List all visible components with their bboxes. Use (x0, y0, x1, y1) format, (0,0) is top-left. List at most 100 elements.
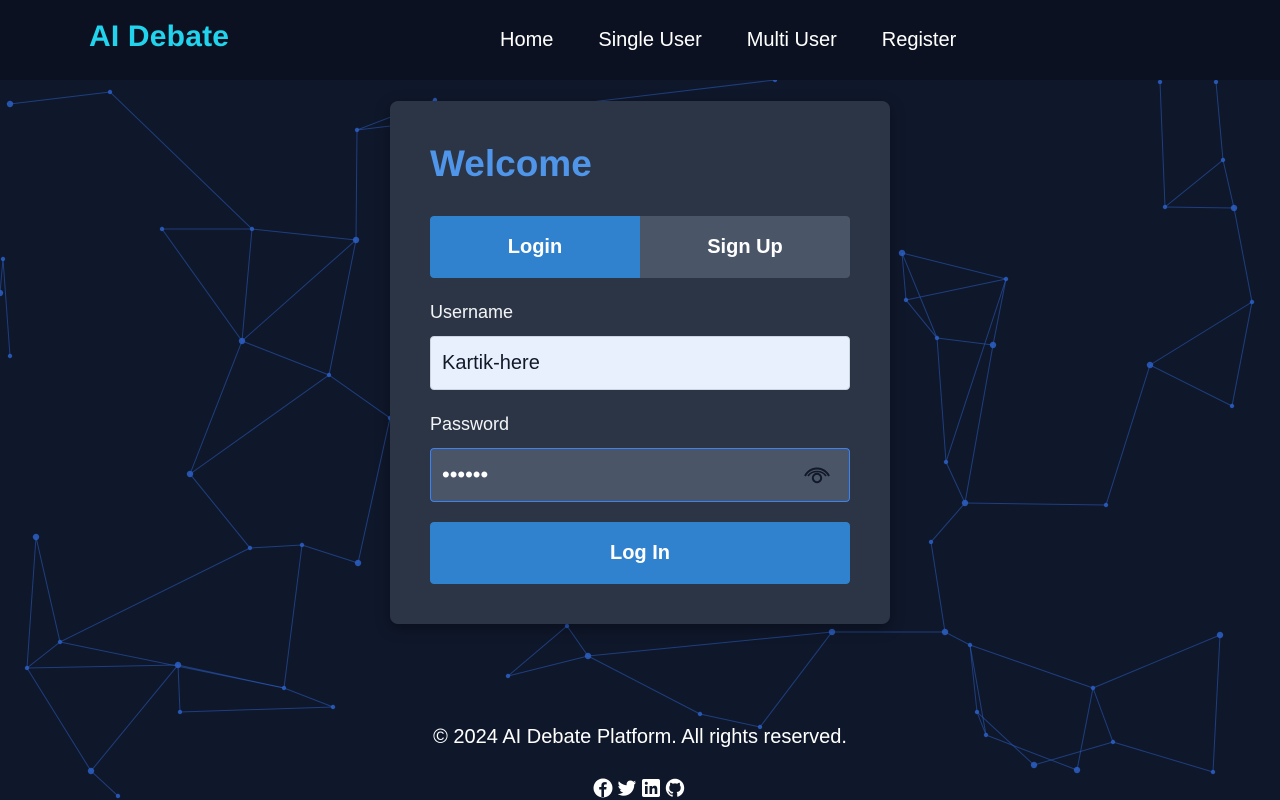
network-node (24, 665, 30, 671)
network-line (901, 252, 938, 339)
facebook-icon[interactable] (593, 778, 613, 800)
username-label: Username (430, 302, 514, 322)
tab-login[interactable]: Login (430, 216, 640, 278)
network-line (179, 706, 334, 713)
network-node (7, 353, 13, 359)
network-node (32, 533, 40, 541)
tab-signup[interactable]: Sign Up (640, 216, 850, 278)
network-node (974, 709, 980, 715)
network-node (1090, 685, 1096, 691)
network-line (241, 340, 330, 376)
nav-multi-user-link[interactable]: Multi User (747, 28, 837, 52)
network-line (1164, 206, 1235, 209)
twitter-icon[interactable] (617, 778, 637, 800)
linkedin-icon[interactable] (641, 778, 661, 800)
network-node (174, 661, 182, 669)
welcome-title: Welcome (430, 143, 592, 184)
network-line (1215, 81, 1224, 161)
network-node (505, 673, 511, 679)
network-node (1157, 79, 1163, 85)
network-node (326, 372, 332, 378)
network-line (283, 687, 334, 708)
network-node (281, 685, 287, 691)
login-submit-button[interactable]: Log In (430, 522, 850, 584)
network-line (1212, 634, 1221, 773)
network-line (177, 664, 181, 713)
network-node (828, 628, 836, 636)
network-line (0, 258, 4, 294)
network-node (186, 470, 194, 478)
network-node (1210, 769, 1216, 775)
nav-single-user-link[interactable]: Single User (598, 28, 701, 52)
network-line (566, 625, 589, 657)
network-node (107, 89, 113, 95)
network-node (584, 652, 592, 660)
network-line (109, 91, 253, 230)
network-line (1105, 364, 1151, 506)
github-icon[interactable] (665, 778, 685, 800)
network-line (1149, 301, 1253, 366)
brand-logo[interactable]: AI Debate (89, 20, 229, 54)
network-node (57, 639, 63, 645)
network-node (697, 711, 703, 717)
network-node (989, 341, 997, 349)
network-node (1162, 204, 1168, 210)
network-node (941, 628, 949, 636)
network-line (189, 374, 330, 475)
network-node (903, 297, 909, 303)
main-nav: Home Single User Multi User Register (500, 28, 1001, 52)
nav-home-link[interactable]: Home (500, 28, 553, 52)
network-line (283, 544, 303, 689)
network-line (301, 544, 359, 564)
copyright-text: © 2024 AI Debate Platform. All rights re… (433, 726, 847, 748)
network-node (1220, 157, 1226, 163)
password-label: Password (430, 414, 510, 434)
network-node (115, 793, 121, 799)
network-line (587, 655, 701, 715)
network-line (1159, 81, 1166, 208)
network-line (944, 631, 971, 646)
network-node (159, 226, 165, 232)
network-node (299, 542, 305, 548)
network-line (90, 664, 179, 772)
network-line (357, 417, 391, 564)
network-line (945, 461, 966, 504)
network-line (1231, 301, 1253, 407)
network-node (238, 337, 246, 345)
network-node (352, 236, 360, 244)
network-line (189, 473, 251, 549)
network-node (354, 127, 360, 133)
nav-register-link[interactable]: Register (882, 28, 956, 52)
network-node (1213, 79, 1219, 85)
network-line (1164, 159, 1224, 208)
show-password-eye-icon[interactable] (803, 463, 831, 487)
network-line (2, 258, 11, 357)
network-line (964, 502, 1107, 506)
password-input[interactable]: •••••• (430, 448, 850, 502)
network-line (241, 228, 253, 342)
network-line (328, 374, 391, 419)
network-node (177, 709, 183, 715)
network-node (898, 249, 906, 257)
network-line (587, 631, 833, 657)
network-line (964, 344, 994, 504)
network-line (969, 644, 1094, 689)
network-line (945, 278, 1007, 463)
network-line (26, 667, 92, 772)
network-line (355, 129, 358, 241)
network-node (934, 335, 940, 341)
network-line (969, 644, 987, 736)
network-node (1216, 631, 1224, 639)
network-line (905, 299, 938, 339)
social-links (593, 778, 689, 800)
network-line (930, 541, 946, 633)
network-node (249, 226, 255, 232)
network-line (189, 340, 243, 475)
network-line (930, 502, 966, 543)
network-line (759, 631, 833, 728)
network-node (1249, 299, 1255, 305)
network-line (59, 547, 251, 643)
username-input[interactable] (430, 336, 850, 390)
password-masked-value: •••••• (442, 462, 489, 487)
network-node (1146, 361, 1154, 369)
